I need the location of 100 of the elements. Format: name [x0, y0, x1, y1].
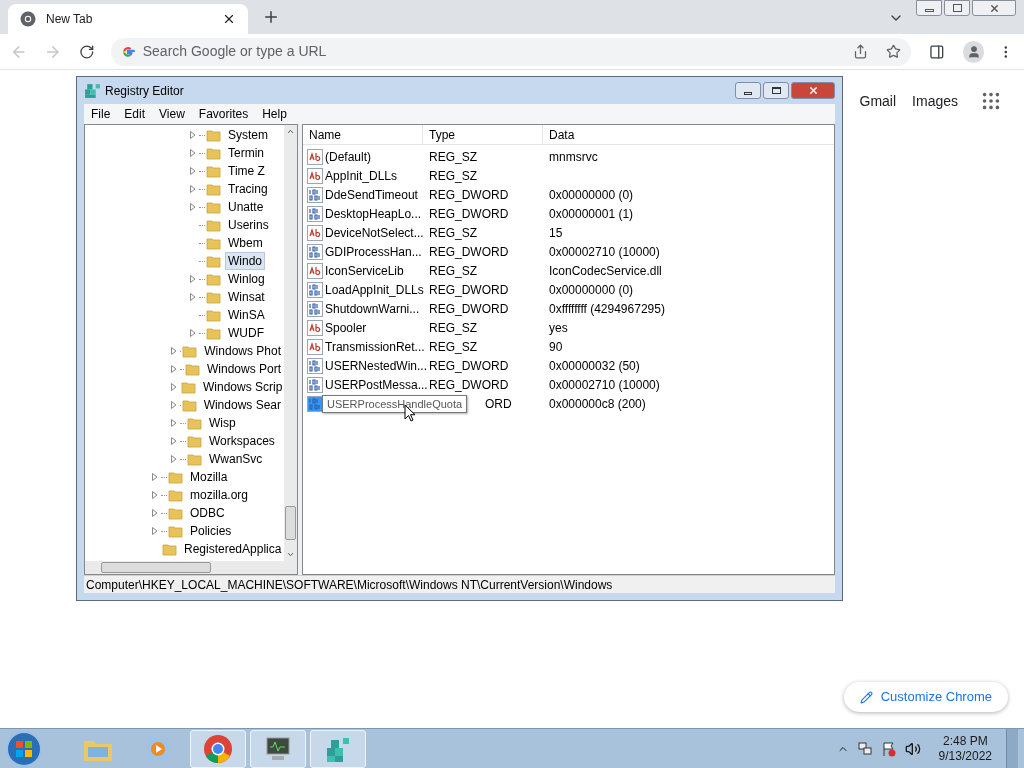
start-button[interactable]: [6, 730, 42, 767]
value-name[interactable]: USERPostMessa...: [325, 375, 428, 394]
tree-item[interactable]: Mozilla: [187, 468, 231, 486]
apps-grid-icon[interactable]: [980, 90, 1002, 112]
tree-item[interactable]: Tracing: [225, 180, 271, 198]
clock-date[interactable]: 9/13/2022: [938, 748, 992, 764]
maximize-button[interactable]: [763, 82, 789, 99]
tree-item[interactable]: Workspaces: [206, 432, 278, 450]
expand-arrow-icon[interactable]: [171, 383, 177, 391]
expand-arrow-icon[interactable]: [171, 455, 177, 463]
expand-arrow-icon[interactable]: [190, 149, 196, 157]
value-name[interactable]: TransmissionRet...: [325, 337, 425, 356]
value-name[interactable]: DeviceNotSelect...: [325, 223, 424, 242]
menu-item[interactable]: Favorites: [191, 105, 256, 123]
tree-item[interactable]: Policies: [187, 522, 235, 540]
menu-item[interactable]: Edit: [117, 105, 153, 123]
expand-arrow-icon[interactable]: [171, 437, 177, 445]
menu-item[interactable]: Help: [255, 105, 294, 123]
expand-arrow-icon[interactable]: [171, 419, 177, 427]
scrollbar-thumb[interactable]: [285, 506, 296, 540]
column-header[interactable]: Data: [543, 125, 834, 144]
network-icon[interactable]: [856, 740, 873, 757]
expand-arrow-icon[interactable]: [171, 347, 177, 355]
value-name[interactable]: IconServiceLib: [325, 261, 404, 280]
tree-item[interactable]: Windows Scrip: [200, 378, 284, 396]
expand-arrow-icon[interactable]: [190, 329, 196, 337]
tree-item[interactable]: Wbem: [225, 234, 266, 252]
flag-icon[interactable]: [880, 740, 897, 757]
value-data: 0x00000000 (0): [548, 281, 634, 299]
tree-item[interactable]: Winlog: [225, 270, 268, 288]
browser-tab[interactable]: New Tab: [8, 4, 248, 34]
menu-item[interactable]: View: [152, 105, 192, 123]
tree-item[interactable]: Windows Phot: [201, 342, 284, 360]
tree-item[interactable]: Time Z: [225, 162, 268, 180]
expand-arrow-icon[interactable]: [171, 401, 177, 409]
value-name[interactable]: LoadAppInit_DLLs: [325, 280, 424, 299]
new-tab-icon[interactable]: [262, 8, 280, 26]
expand-arrow-icon[interactable]: [190, 293, 196, 301]
vertical-scrollbar[interactable]: [284, 125, 297, 561]
omnibox-field[interactable]: Search Google or type a URL: [142, 41, 846, 62]
tree-item[interactable]: RegisteredApplica: [181, 540, 284, 558]
taskbar-app[interactable]: [250, 729, 306, 768]
tree-item[interactable]: WinSA: [225, 306, 268, 324]
tree-item[interactable]: WwanSvc: [206, 450, 266, 468]
scrollbar-thumb[interactable]: [101, 562, 211, 573]
clock-time[interactable]: 2:48 PM: [942, 733, 988, 749]
tree-item[interactable]: mozilla.org: [187, 486, 252, 504]
menu-item[interactable]: File: [84, 105, 118, 123]
value-name[interactable]: GDIProcessHan...: [325, 242, 422, 261]
side-panel-icon[interactable]: [929, 43, 945, 60]
customize-chrome-button[interactable]: Customize Chrome: [843, 682, 1008, 712]
value-data: 0x00000000 (0): [548, 186, 634, 204]
header-link[interactable]: Gmail: [859, 90, 897, 112]
expand-arrow-icon[interactable]: [171, 365, 177, 373]
expand-arrow-icon[interactable]: [152, 473, 158, 481]
expand-arrow-icon[interactable]: [152, 527, 158, 535]
horizontal-scrollbar[interactable]: [85, 561, 297, 574]
tree-item[interactable]: Userins: [225, 216, 272, 234]
tree-item[interactable]: Wisp: [206, 414, 239, 432]
header-link[interactable]: Images: [912, 90, 958, 112]
tree-item[interactable]: Windo: [225, 252, 265, 270]
share-icon[interactable]: [853, 44, 869, 59]
reload-icon[interactable]: [79, 43, 95, 60]
expand-arrow-icon[interactable]: [190, 131, 196, 139]
folder-icon: [206, 271, 222, 287]
value-name[interactable]: ShutdownWarni...: [325, 299, 420, 318]
expand-arrow-icon[interactable]: [152, 509, 158, 517]
expand-arrow-icon[interactable]: [190, 203, 196, 211]
tree-item[interactable]: Windows Port: [203, 360, 284, 378]
tree-item[interactable]: Termin: [225, 144, 267, 162]
address-bar[interactable]: Search Google or type a URL: [110, 37, 912, 66]
expand-arrow-icon[interactable]: [152, 491, 158, 499]
value-name[interactable]: (Default): [325, 147, 371, 166]
value-name[interactable]: Spooler: [325, 318, 367, 337]
column-header[interactable]: Type: [423, 125, 543, 144]
tree-item[interactable]: WUDF: [225, 324, 267, 342]
taskbar-app[interactable]: [190, 729, 246, 768]
expand-arrow-icon[interactable]: [190, 167, 196, 175]
minimize-button[interactable]: [916, 0, 942, 16]
value-name[interactable]: USERNestedWin...: [325, 356, 428, 375]
profile-icon[interactable]: [962, 40, 985, 63]
tree-item[interactable]: System: [225, 126, 271, 144]
minimize-button[interactable]: [735, 82, 761, 99]
expand-arrow-icon[interactable]: [190, 275, 196, 283]
expand-arrow-icon[interactable]: [190, 185, 196, 193]
tree-item[interactable]: ODBC: [187, 504, 228, 522]
tree-item[interactable]: Unatte: [225, 198, 267, 216]
value-name[interactable]: AppInit_DLLs: [325, 166, 398, 185]
column-header[interactable]: Name: [303, 125, 423, 144]
restore-button[interactable]: [944, 0, 970, 16]
value-type: REG_SZ: [428, 148, 478, 166]
star-icon[interactable]: [886, 44, 902, 59]
folder-icon: [168, 469, 184, 485]
close-button[interactable]: [972, 0, 1016, 16]
close-icon[interactable]: [222, 12, 236, 26]
value-name[interactable]: DesktopHeapLo...: [325, 204, 422, 223]
tree-item[interactable]: Windows Sear: [200, 396, 284, 414]
volume-icon[interactable]: [904, 740, 921, 757]
tree-item[interactable]: Winsat: [225, 288, 268, 306]
value-name[interactable]: DdeSendTimeout: [325, 185, 418, 204]
